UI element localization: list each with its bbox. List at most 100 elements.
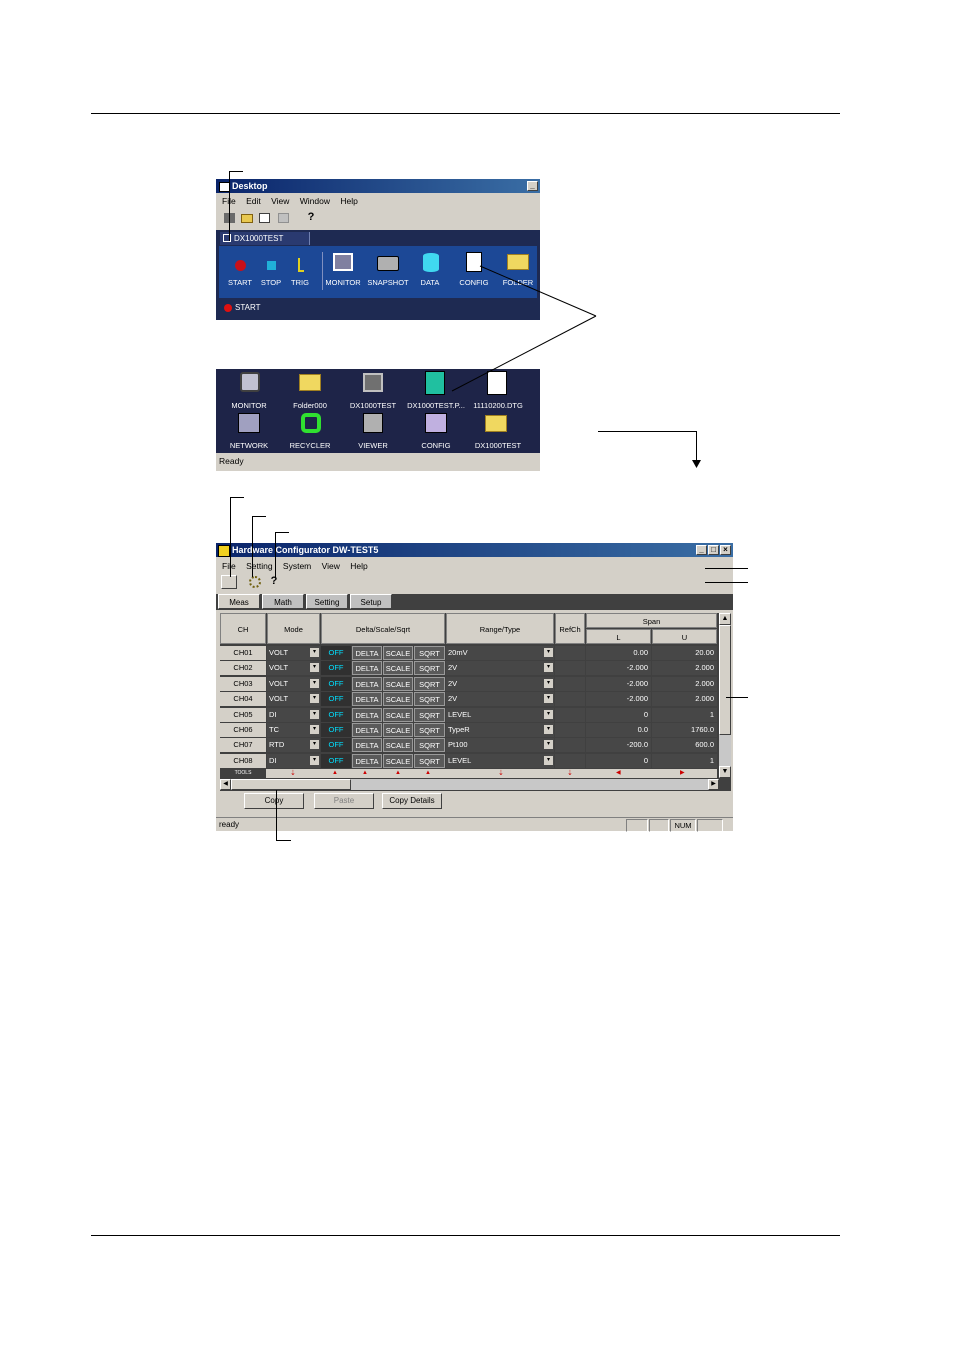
- maximize-button[interactable]: □: [708, 545, 719, 555]
- scroll-left-icon[interactable]: ◀: [220, 779, 231, 790]
- dropdown-arrow-icon[interactable]: ▾: [544, 679, 553, 688]
- menu-setting[interactable]: Setting: [246, 561, 272, 571]
- viewer-icon[interactable]: [363, 413, 383, 433]
- tool-label-start[interactable]: START: [223, 278, 257, 287]
- file-label[interactable]: DX1000TEST: [468, 441, 528, 450]
- cell-range[interactable]: TypeR ▾: [446, 723, 554, 737]
- tab-math[interactable]: Math: [262, 594, 304, 609]
- vertical-scrollbar[interactable]: ▲ ▼: [719, 613, 731, 778]
- cell-mode[interactable]: VOLT ▾: [267, 661, 320, 675]
- cell-span-u[interactable]: 1: [652, 754, 717, 768]
- cell-delta[interactable]: DELTA: [352, 754, 382, 768]
- dropdown-arrow-icon[interactable]: ▾: [544, 663, 553, 672]
- config-icon[interactable]: [425, 413, 447, 433]
- cell-off[interactable]: OFF: [321, 677, 351, 691]
- cell-delta[interactable]: DELTA: [352, 708, 382, 722]
- dropdown-arrow-icon[interactable]: ▾: [310, 648, 319, 657]
- cell-off[interactable]: OFF: [321, 708, 351, 722]
- cell-refch[interactable]: [555, 738, 585, 752]
- cell-scale[interactable]: SCALE: [383, 692, 413, 706]
- cell-range[interactable]: 2V ▾: [446, 692, 554, 706]
- menu-view[interactable]: View: [322, 561, 340, 571]
- copy-details-button[interactable]: Copy Details: [382, 793, 442, 809]
- cell-refch[interactable]: [555, 661, 585, 675]
- menu-file[interactable]: File: [222, 561, 236, 571]
- file-label[interactable]: DX1000TEST.P...: [404, 401, 468, 410]
- monitor-icon[interactable]: [363, 373, 383, 392]
- first-icon[interactable]: ◀: [616, 770, 621, 777]
- fill-down-icon[interactable]: ⇣: [498, 770, 504, 777]
- cell-off[interactable]: OFF: [321, 661, 351, 675]
- cell-span-l[interactable]: -2.000: [586, 692, 651, 706]
- cell-sqrt[interactable]: SQRT: [414, 677, 445, 691]
- dropdown-arrow-icon[interactable]: ▾: [310, 679, 319, 688]
- cell-sqrt[interactable]: SQRT: [414, 692, 445, 706]
- cell-scale[interactable]: SCALE: [383, 646, 413, 660]
- menu-edit[interactable]: Edit: [246, 196, 261, 206]
- cell-scale[interactable]: SCALE: [383, 677, 413, 691]
- fill-down-icon[interactable]: ⇣: [290, 770, 296, 777]
- file-label[interactable]: DX1000TEST: [344, 401, 402, 410]
- dropdown-arrow-icon[interactable]: ▾: [544, 694, 553, 703]
- cell-span-u[interactable]: 1760.0: [652, 723, 717, 737]
- cell-delta[interactable]: DELTA: [352, 661, 382, 675]
- scroll-up-icon[interactable]: ▲: [719, 613, 731, 625]
- file-label[interactable]: Folder000: [282, 401, 338, 410]
- cell-refch[interactable]: [555, 708, 585, 722]
- paste-button[interactable]: Paste: [314, 793, 374, 809]
- cell-scale[interactable]: SCALE: [383, 708, 413, 722]
- cell-sqrt[interactable]: SQRT: [414, 646, 445, 660]
- menu-help[interactable]: Help: [340, 196, 357, 206]
- cell-range[interactable]: 2V ▾: [446, 661, 554, 675]
- properties-icon[interactable]: [278, 213, 289, 223]
- help-icon[interactable]: ?: [269, 574, 279, 588]
- minimize-button[interactable]: _: [696, 545, 707, 555]
- dropdown-arrow-icon[interactable]: ▾: [544, 740, 553, 749]
- dropdown-arrow-icon[interactable]: ▾: [544, 648, 553, 657]
- open-folder-icon[interactable]: [241, 214, 253, 223]
- cell-off[interactable]: OFF: [321, 692, 351, 706]
- cell-refch[interactable]: [555, 677, 585, 691]
- fill-down-icon[interactable]: ⇣: [567, 770, 573, 777]
- folder-icon[interactable]: [485, 415, 507, 432]
- cell-span-u[interactable]: 20.00: [652, 646, 717, 660]
- cell-sqrt[interactable]: SQRT: [414, 738, 445, 752]
- help-icon[interactable]: ?: [306, 211, 316, 224]
- cell-sqrt[interactable]: SQRT: [414, 708, 445, 722]
- copy-button[interactable]: Copy: [244, 793, 304, 809]
- dropdown-arrow-icon[interactable]: ▾: [544, 710, 553, 719]
- fill-up-icon[interactable]: ▲: [332, 770, 338, 777]
- horizontal-scrollbar[interactable]: ◀ ▶: [220, 779, 719, 790]
- dropdown-arrow-icon[interactable]: ▾: [310, 694, 319, 703]
- cell-span-u[interactable]: 600.0: [652, 738, 717, 752]
- file-label[interactable]: 11110200.DTG: [468, 401, 528, 410]
- last-icon[interactable]: ▶: [680, 770, 685, 777]
- cell-mode[interactable]: VOLT ▾: [267, 677, 320, 691]
- cell-span-l[interactable]: -200.0: [586, 738, 651, 752]
- cell-range[interactable]: Pt100 ▾: [446, 738, 554, 752]
- dropdown-arrow-icon[interactable]: ▾: [310, 710, 319, 719]
- cell-span-l[interactable]: -2.000: [586, 677, 651, 691]
- cell-sqrt[interactable]: SQRT: [414, 723, 445, 737]
- file-label[interactable]: RECYCLER: [282, 441, 338, 450]
- dropdown-arrow-icon[interactable]: ▾: [310, 740, 319, 749]
- cell-mode[interactable]: VOLT ▾: [267, 692, 320, 706]
- cell-range[interactable]: 2V ▾: [446, 677, 554, 691]
- device-tab[interactable]: DX1000TEST: [220, 232, 310, 245]
- dropdown-arrow-icon[interactable]: ▾: [544, 756, 553, 765]
- tool-label-monitor[interactable]: MONITOR: [325, 278, 361, 287]
- cell-delta[interactable]: DELTA: [352, 692, 382, 706]
- cell-delta[interactable]: DELTA: [352, 677, 382, 691]
- cell-scale[interactable]: SCALE: [383, 661, 413, 675]
- cell-range[interactable]: LEVEL ▾: [446, 754, 554, 768]
- scroll-down-icon[interactable]: ▼: [719, 766, 731, 778]
- close-button[interactable]: ×: [720, 545, 731, 555]
- cell-mode[interactable]: RTD ▾: [267, 738, 320, 752]
- cell-mode[interactable]: VOLT ▾: [267, 646, 320, 660]
- cell-span-u[interactable]: 2.000: [652, 677, 717, 691]
- cell-sqrt[interactable]: SQRT: [414, 754, 445, 768]
- menu-window[interactable]: Window: [300, 196, 330, 206]
- menu-system[interactable]: System: [283, 561, 311, 571]
- cell-range[interactable]: LEVEL ▾: [446, 708, 554, 722]
- cell-span-u[interactable]: 1: [652, 708, 717, 722]
